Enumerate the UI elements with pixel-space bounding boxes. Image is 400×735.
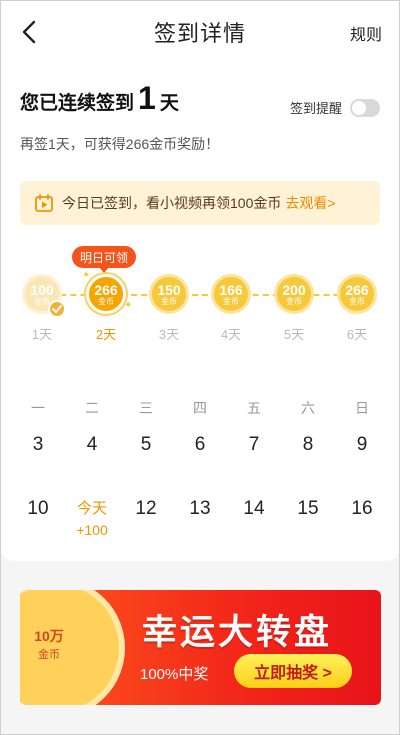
calendar-date: 15 [297, 498, 319, 519]
streak-summary: 您已连续签到 1 天 [20, 80, 179, 117]
weekday-label: 五 [247, 400, 261, 416]
banner-subtitle: 100%中奖 [140, 666, 209, 683]
coin-unit: 金币 [98, 296, 114, 306]
calendar-date: 6 [194, 434, 206, 455]
coin-amount: 266 [94, 281, 118, 298]
reminder-label: 签到提醒 [289, 101, 342, 116]
weekday-label: 日 [355, 400, 369, 416]
top-bar: 签到详情 规则 [0, 0, 400, 64]
calendar-date: 16 [351, 498, 373, 519]
coin-amount: 150 [157, 281, 181, 298]
coin-amount: 100 [30, 281, 54, 298]
sparkle-icon: ✦ [124, 300, 133, 311]
weekday-label: 二 [85, 400, 99, 416]
coin-unit: 金币 [286, 296, 302, 306]
day-label: 3天 [158, 327, 180, 342]
calendar-date: 12 [135, 498, 157, 519]
calendar-date: 8 [302, 434, 314, 455]
toggle-knob [352, 100, 366, 115]
streak-suffix: 天 [159, 93, 179, 114]
reward-coin-day4: 166 金币 [211, 274, 251, 314]
coin-amount: 166 [219, 281, 243, 298]
calendar-date: 7 [248, 434, 260, 455]
calendar-date: 9 [356, 434, 368, 455]
day-label: 4天 [220, 327, 242, 342]
calendar-date: 4 [86, 434, 98, 455]
coin-unit: 金币 [349, 296, 365, 306]
video-icon [35, 194, 53, 212]
calendar-date: 13 [189, 498, 211, 519]
watch-video-link[interactable]: 去观看> [285, 193, 335, 213]
coin-unit: 金币 [34, 296, 50, 306]
coin-amount: 266 [345, 281, 369, 298]
reward-coin-day3: 150 金币 [149, 274, 189, 314]
draw-now-button[interactable]: 立即抽奖 > [234, 654, 352, 688]
coin-unit: 金币 [161, 296, 177, 306]
reward-timeline: 明日可领 ✦ ✦ 100 金币 266 金币 150 金币 166 金币 200… [0, 244, 400, 344]
rules-link[interactable]: 规则 [350, 21, 382, 45]
weekday-label: 四 [193, 400, 207, 416]
coin-unit: 金币 [223, 296, 239, 306]
reward-coin-day5: 200 金币 [274, 274, 314, 314]
day-label: 2天 [95, 327, 117, 342]
calendar-date: 5 [140, 434, 152, 455]
page-title: 签到详情 [153, 21, 246, 46]
day-label: 5天 [283, 327, 305, 342]
weekday-label: 一 [31, 400, 45, 416]
banner-title: 幸运大转盘 [142, 613, 333, 652]
reward-coin-day2: 266 金币 [86, 274, 126, 314]
streak-days: 1 [138, 80, 156, 116]
weekday-label: 三 [139, 400, 153, 416]
lucky-wheel-banner[interactable]: 888 88 10万 金币 幸运大转盘 100%中奖 立即抽奖 > [20, 590, 381, 705]
streak-prefix: 您已连续签到 [20, 93, 135, 114]
wheel-prize-amount: 10万 [34, 628, 64, 644]
day-label: 6天 [346, 327, 368, 342]
calendar-date: 3 [32, 434, 44, 455]
wheel-prize-unit: 金币 [38, 649, 60, 661]
checkin-card: 您已连续签到 1 天 签到提醒 再签1天，可获得266金币奖励！ 今日已签到，看… [0, 64, 400, 561]
wheel-prize: 10万 金币 [27, 626, 71, 662]
calendar-date: 10 [27, 498, 49, 519]
reminder-toggle[interactable] [350, 98, 380, 117]
weekday-label: 六 [301, 400, 315, 416]
calendar-today: 今天 [76, 500, 107, 517]
promo-text: 今日已签到，看小视频再领100金币 [62, 195, 282, 211]
day-label: 1天 [31, 327, 53, 342]
reward-coin-day6: 266 金币 [337, 274, 377, 314]
video-promo-bar[interactable]: 今日已签到，看小视频再领100金币 去观看> [20, 181, 380, 225]
next-bonus-text: 再签1天，可获得266金币奖励！ [20, 136, 220, 152]
wheel-graphic: 888 88 10万 金币 [20, 590, 125, 705]
sparkle-icon: ✦ [82, 270, 91, 281]
checked-icon [48, 300, 66, 318]
reminder-setting: 签到提醒 [290, 98, 380, 117]
calendar-date: 14 [243, 498, 265, 519]
tomorrow-tag: 明日可领 [72, 246, 137, 273]
today-bonus: +100 [76, 522, 108, 538]
coin-amount: 200 [282, 281, 306, 298]
